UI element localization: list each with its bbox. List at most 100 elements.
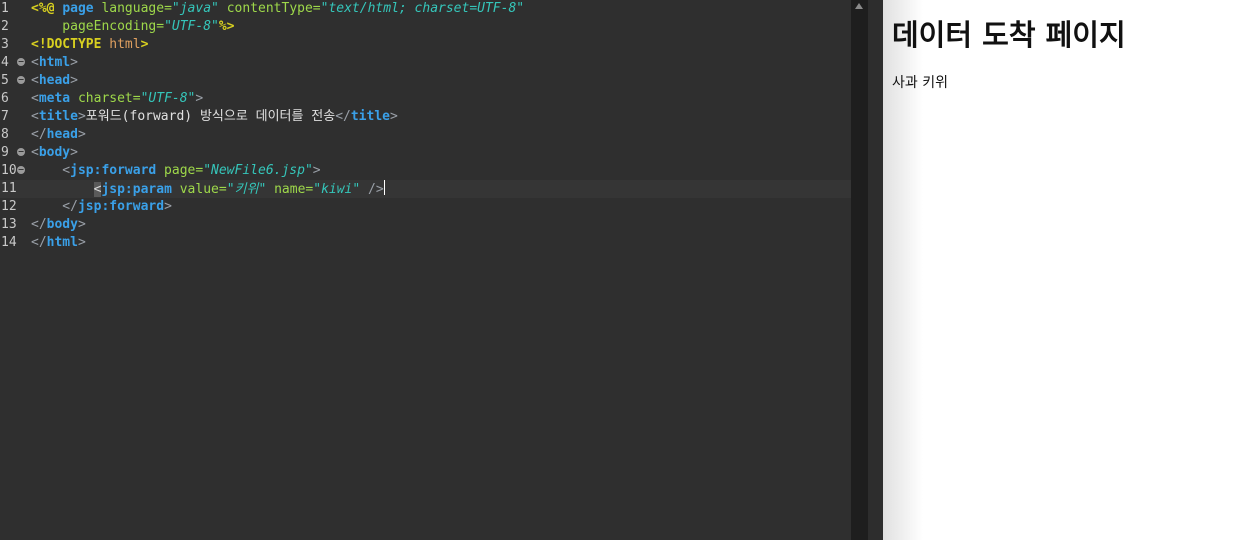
code-token: <: [31, 145, 39, 160]
code-token: </: [31, 235, 47, 250]
scroll-up-arrow-icon[interactable]: [855, 3, 863, 9]
code-line[interactable]: 2 pageEncoding="UTF-8"%>: [0, 18, 851, 36]
fold-collapse-icon[interactable]: [17, 58, 25, 66]
line-gutter: 7: [0, 108, 30, 126]
code-token: >: [390, 109, 398, 124]
code-token: language=: [93, 1, 172, 16]
code-text: </html>: [31, 234, 86, 252]
code-text: <jsp:param value="키위" name="kiwi" />: [31, 180, 385, 199]
code-token: <: [31, 163, 71, 178]
line-number: 9: [1, 145, 9, 160]
line-number: 8: [1, 127, 9, 142]
code-text: <meta charset="UTF-8">: [31, 90, 203, 108]
line-number: 5: [1, 73, 9, 88]
code-line[interactable]: 7 <title>포워드(forward) 방식으로 데이터를 전송</title…: [0, 108, 851, 126]
text-cursor: [383, 180, 385, 195]
code-text: <jsp:forward page="NewFile6.jsp">: [31, 162, 321, 180]
code-token: >: [77, 235, 86, 250]
code-token: jsp:param: [101, 182, 172, 197]
fold-collapse-icon[interactable]: [17, 148, 25, 156]
code-text: pageEncoding="UTF-8"%>: [31, 18, 235, 36]
code-token: %>: [218, 19, 235, 34]
code-line[interactable]: 6 <meta charset="UTF-8">: [0, 90, 851, 108]
line-gutter: 3: [0, 36, 30, 54]
code-token: "키위": [226, 182, 267, 197]
code-line[interactable]: 14 </html>: [0, 234, 851, 252]
code-token: title: [350, 109, 390, 124]
line-number: 2: [1, 19, 9, 34]
line-number: 14: [1, 235, 17, 250]
code-token: />: [360, 182, 384, 197]
code-token: head: [38, 73, 71, 88]
code-token: >: [312, 163, 321, 178]
code-text: </jsp:forward>: [31, 198, 172, 216]
line-gutter: 14: [0, 234, 30, 252]
fold-collapse-icon[interactable]: [17, 166, 25, 174]
code-token: contentType=: [218, 1, 321, 16]
code-token: page=: [156, 163, 204, 178]
code-line[interactable]: 5 <head>: [0, 72, 851, 90]
code-line[interactable]: 9 <body>: [0, 144, 851, 162]
code-line[interactable]: 11 <jsp:param value="키위" name="kiwi" />: [0, 180, 851, 198]
code-token: <: [31, 55, 39, 70]
line-gutter: 11: [0, 180, 30, 198]
code-token: </: [31, 217, 47, 232]
pane-splitter[interactable]: [868, 0, 884, 540]
code-token: title: [38, 109, 78, 124]
code-token: >: [77, 109, 86, 124]
code-text: <body>: [31, 144, 78, 162]
code-editor[interactable]: 1 <%@ page language="java" contentType="t…: [0, 0, 851, 540]
preview-body-text: 사과 키위: [892, 75, 948, 91]
code-line[interactable]: 8 </head>: [0, 126, 851, 144]
code-text: <%@ page language="java" contentType="te…: [31, 0, 524, 18]
line-number: 10: [1, 163, 17, 178]
line-gutter: 5: [0, 72, 30, 90]
code-token: pageEncoding=: [31, 19, 165, 34]
code-token: </: [335, 109, 351, 124]
line-number: 11: [1, 181, 17, 196]
fold-collapse-icon[interactable]: [17, 76, 25, 84]
code-token: body: [38, 145, 71, 160]
line-gutter: 12: [0, 198, 30, 216]
code-line[interactable]: 1 <%@ page language="java" contentType="t…: [0, 0, 851, 18]
line-number: 7: [1, 109, 9, 124]
code-token: body: [46, 217, 78, 232]
code-token: html: [38, 55, 71, 70]
code-token: name=: [266, 182, 314, 197]
code-token: 포워드(forward) 방식으로 데이터를 전송: [85, 109, 336, 124]
code-token: <%@: [31, 1, 63, 16]
code-token: "java": [171, 1, 219, 16]
line-gutter: 2: [0, 18, 30, 36]
code-text: <!DOCTYPE html>: [31, 36, 148, 54]
code-line[interactable]: 3 <!DOCTYPE html>: [0, 36, 851, 54]
code-token: <: [31, 91, 39, 106]
code-token: <: [31, 73, 39, 88]
code-text: </head>: [31, 126, 86, 144]
code-line[interactable]: 10 <jsp:forward page="NewFile6.jsp">: [0, 162, 851, 180]
browser-preview: 데이터 도착 페이지 사과 키위: [883, 0, 1243, 540]
line-number: 1: [1, 1, 9, 16]
code-token: >: [70, 145, 78, 160]
code-text: <html>: [31, 54, 78, 72]
code-token: html: [46, 235, 78, 250]
editor-scrollbar[interactable]: [851, 0, 868, 540]
line-number: 4: [1, 55, 9, 70]
code-token: head: [46, 127, 78, 142]
code-line[interactable]: 12 </jsp:forward>: [0, 198, 851, 216]
code-line[interactable]: 4 <html>: [0, 54, 851, 72]
code-token: >: [164, 199, 172, 214]
line-gutter: 9: [0, 144, 30, 162]
code-token: html: [109, 37, 141, 52]
code-token: >: [70, 73, 78, 88]
code-token: charset=: [70, 91, 141, 106]
code-token: "UTF-8": [140, 91, 196, 106]
preview-heading: 데이터 도착 페이지: [892, 18, 1126, 52]
code-token: jsp:forward: [70, 163, 157, 178]
code-token: >: [70, 55, 78, 70]
code-token: </: [31, 199, 78, 214]
line-gutter: 8: [0, 126, 30, 144]
line-number: 3: [1, 37, 9, 52]
code-line[interactable]: 13 </body>: [0, 216, 851, 234]
line-gutter: 6: [0, 90, 30, 108]
